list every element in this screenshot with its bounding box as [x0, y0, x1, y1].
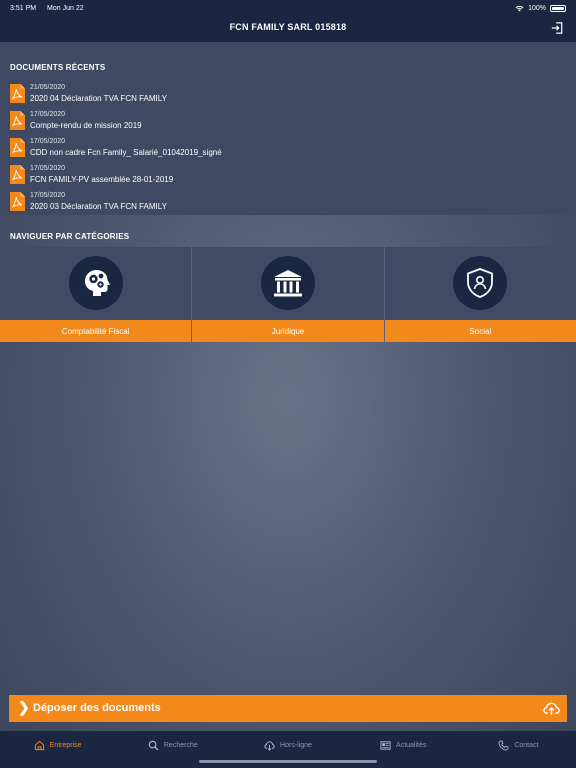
- page-title: FCN FAMILY SARL 015818: [229, 22, 347, 32]
- battery-percent: 100%: [528, 4, 546, 12]
- recent-documents-section: DOCUMENTS RÉCENTS 21/05/2020 2020 04 Déc…: [0, 42, 576, 215]
- tab-label: Contact: [514, 742, 539, 749]
- tab-label: Actualités: [396, 742, 427, 749]
- status-date: Mon Jun 22: [47, 4, 84, 12]
- document-date: 17/05/2020: [30, 192, 66, 199]
- category-label: Comptabilité Fiscal: [0, 320, 192, 342]
- category-comptabilite-fiscal[interactable]: Comptabilité Fiscal: [0, 247, 192, 342]
- document-name: 2020 04 Déclaration TVA FCN FAMILY: [30, 94, 167, 103]
- document-item[interactable]: 17/05/2020 CDD non cadre Fcn Family_ Sal…: [10, 137, 550, 161]
- phone-icon: [498, 740, 509, 751]
- category-icon-circle: [68, 256, 123, 310]
- tab-label: Entreprise: [49, 742, 82, 749]
- status-bar: 3:51 PM Mon Jun 22 100%: [10, 3, 566, 13]
- document-name: Compte-rendu de mission 2019: [30, 121, 142, 130]
- category-icon-circle: [260, 256, 315, 310]
- tab-entreprise[interactable]: Entreprise: [0, 731, 115, 768]
- recent-documents-title: DOCUMENTS RÉCENTS: [10, 63, 106, 72]
- category-label: Juridique: [192, 320, 384, 342]
- search-icon: [148, 740, 159, 751]
- chevron-right-icon: ❯: [18, 699, 30, 715]
- pdf-icon: [10, 138, 25, 157]
- document-date: 21/05/2020: [30, 84, 66, 91]
- document-date: 17/05/2020: [30, 111, 66, 118]
- pdf-icon: [10, 84, 25, 103]
- document-date: 17/05/2020: [30, 165, 66, 172]
- deposit-documents-button[interactable]: ❯ Déposer des documents: [9, 695, 567, 722]
- document-item[interactable]: 17/05/2020 FCN FAMILY-PV assemblée 28-01…: [10, 164, 550, 188]
- document-name: 2020 03 Déclaration TVA FCN FAMILY: [30, 202, 167, 211]
- home-icon: [34, 740, 44, 751]
- top-bar: 3:51 PM Mon Jun 22 100% FCN FAMILY SARL …: [0, 0, 576, 42]
- document-name: CDD non cadre Fcn Family_ Salarié_010420…: [30, 148, 222, 157]
- wifi-icon: [515, 5, 524, 11]
- category-social[interactable]: Social: [383, 247, 576, 342]
- status-time: 3:51 PM: [10, 4, 37, 12]
- cloud-upload-icon: [543, 702, 560, 716]
- cloud-download-icon: [264, 741, 275, 751]
- pdf-icon: [10, 111, 25, 130]
- courthouse-icon: [273, 270, 302, 297]
- categories-grid: Comptabilité Fiscal Juridique Social: [0, 247, 576, 342]
- document-date: 17/05/2020: [30, 138, 66, 145]
- logout-icon[interactable]: [551, 22, 563, 34]
- home-indicator: [199, 760, 377, 763]
- document-item[interactable]: 21/05/2020 2020 04 Déclaration TVA FCN F…: [10, 83, 550, 107]
- document-item[interactable]: 17/05/2020 Compte-rendu de mission 2019: [10, 110, 550, 134]
- pdf-icon: [10, 165, 25, 184]
- category-label: Social: [384, 320, 576, 342]
- categories-title: NAVIGUER PAR CATÉGORIES: [10, 232, 130, 241]
- pdf-icon: [10, 192, 25, 211]
- battery-icon: [550, 4, 566, 12]
- document-item[interactable]: 17/05/2020 2020 03 Déclaration TVA FCN F…: [10, 191, 550, 215]
- deposit-label: Déposer des documents: [33, 702, 161, 714]
- category-juridique[interactable]: Juridique: [191, 247, 384, 342]
- tab-contact[interactable]: Contact: [461, 731, 576, 768]
- tab-label: Hors-ligne: [280, 742, 312, 749]
- category-icon-circle: [453, 256, 508, 310]
- document-name: FCN FAMILY-PV assemblée 28-01-2019: [30, 175, 174, 184]
- shield-person-icon: [467, 268, 494, 298]
- head-gears-icon: [84, 270, 110, 296]
- tab-label: Recherche: [163, 742, 198, 749]
- news-icon: [380, 741, 391, 750]
